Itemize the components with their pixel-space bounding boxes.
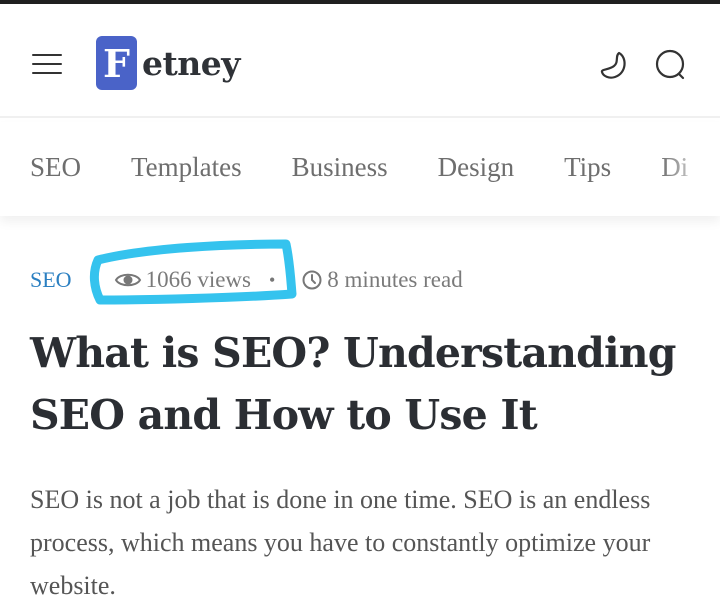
site-header: F etney (0, 4, 720, 118)
eye-icon (114, 273, 141, 287)
meta-separator: • (268, 269, 276, 290)
logo-text: etney (142, 43, 240, 83)
article-title[interactable]: What is SEO? Understanding SEO and How t… (30, 322, 690, 446)
dark-mode-toggle[interactable] (596, 46, 634, 84)
category-nav: SEO Templates Business Design Tips Di (0, 122, 720, 216)
search-icon (655, 49, 685, 80)
hamburger-menu-button[interactable] (32, 50, 64, 78)
site-logo[interactable]: F etney (96, 36, 240, 90)
clock-icon (302, 270, 322, 290)
search-button[interactable] (652, 46, 690, 84)
category-nav-list: SEO Templates Business Design Tips Di (30, 152, 720, 183)
moon-icon (600, 51, 626, 79)
logo-mark: F (96, 36, 137, 90)
article-category-link[interactable]: SEO (30, 267, 72, 293)
category-nav-item-seo[interactable]: SEO (30, 152, 81, 183)
views-count: 1066 views (114, 267, 251, 293)
read-time: 8 minutes read (301, 267, 463, 293)
category-nav-item-tips[interactable]: Tips (564, 152, 611, 183)
category-nav-item-templates[interactable]: Templates (131, 152, 242, 183)
category-nav-item-design[interactable]: Design (438, 152, 515, 183)
views-text: 1066 views (145, 267, 251, 292)
article-meta: SEO 1066 views • 8 minutes read (30, 262, 463, 298)
article-excerpt: SEO is not a job that is done in one tim… (30, 485, 651, 600)
category-nav-item-business[interactable]: Business (292, 152, 388, 183)
category-nav-fade (660, 122, 720, 216)
hamburger-menu-icon-line (32, 63, 62, 65)
hamburger-menu-icon-line (32, 54, 62, 56)
read-time-text: 8 minutes read (327, 267, 463, 292)
hamburger-menu-icon-line (32, 72, 62, 74)
